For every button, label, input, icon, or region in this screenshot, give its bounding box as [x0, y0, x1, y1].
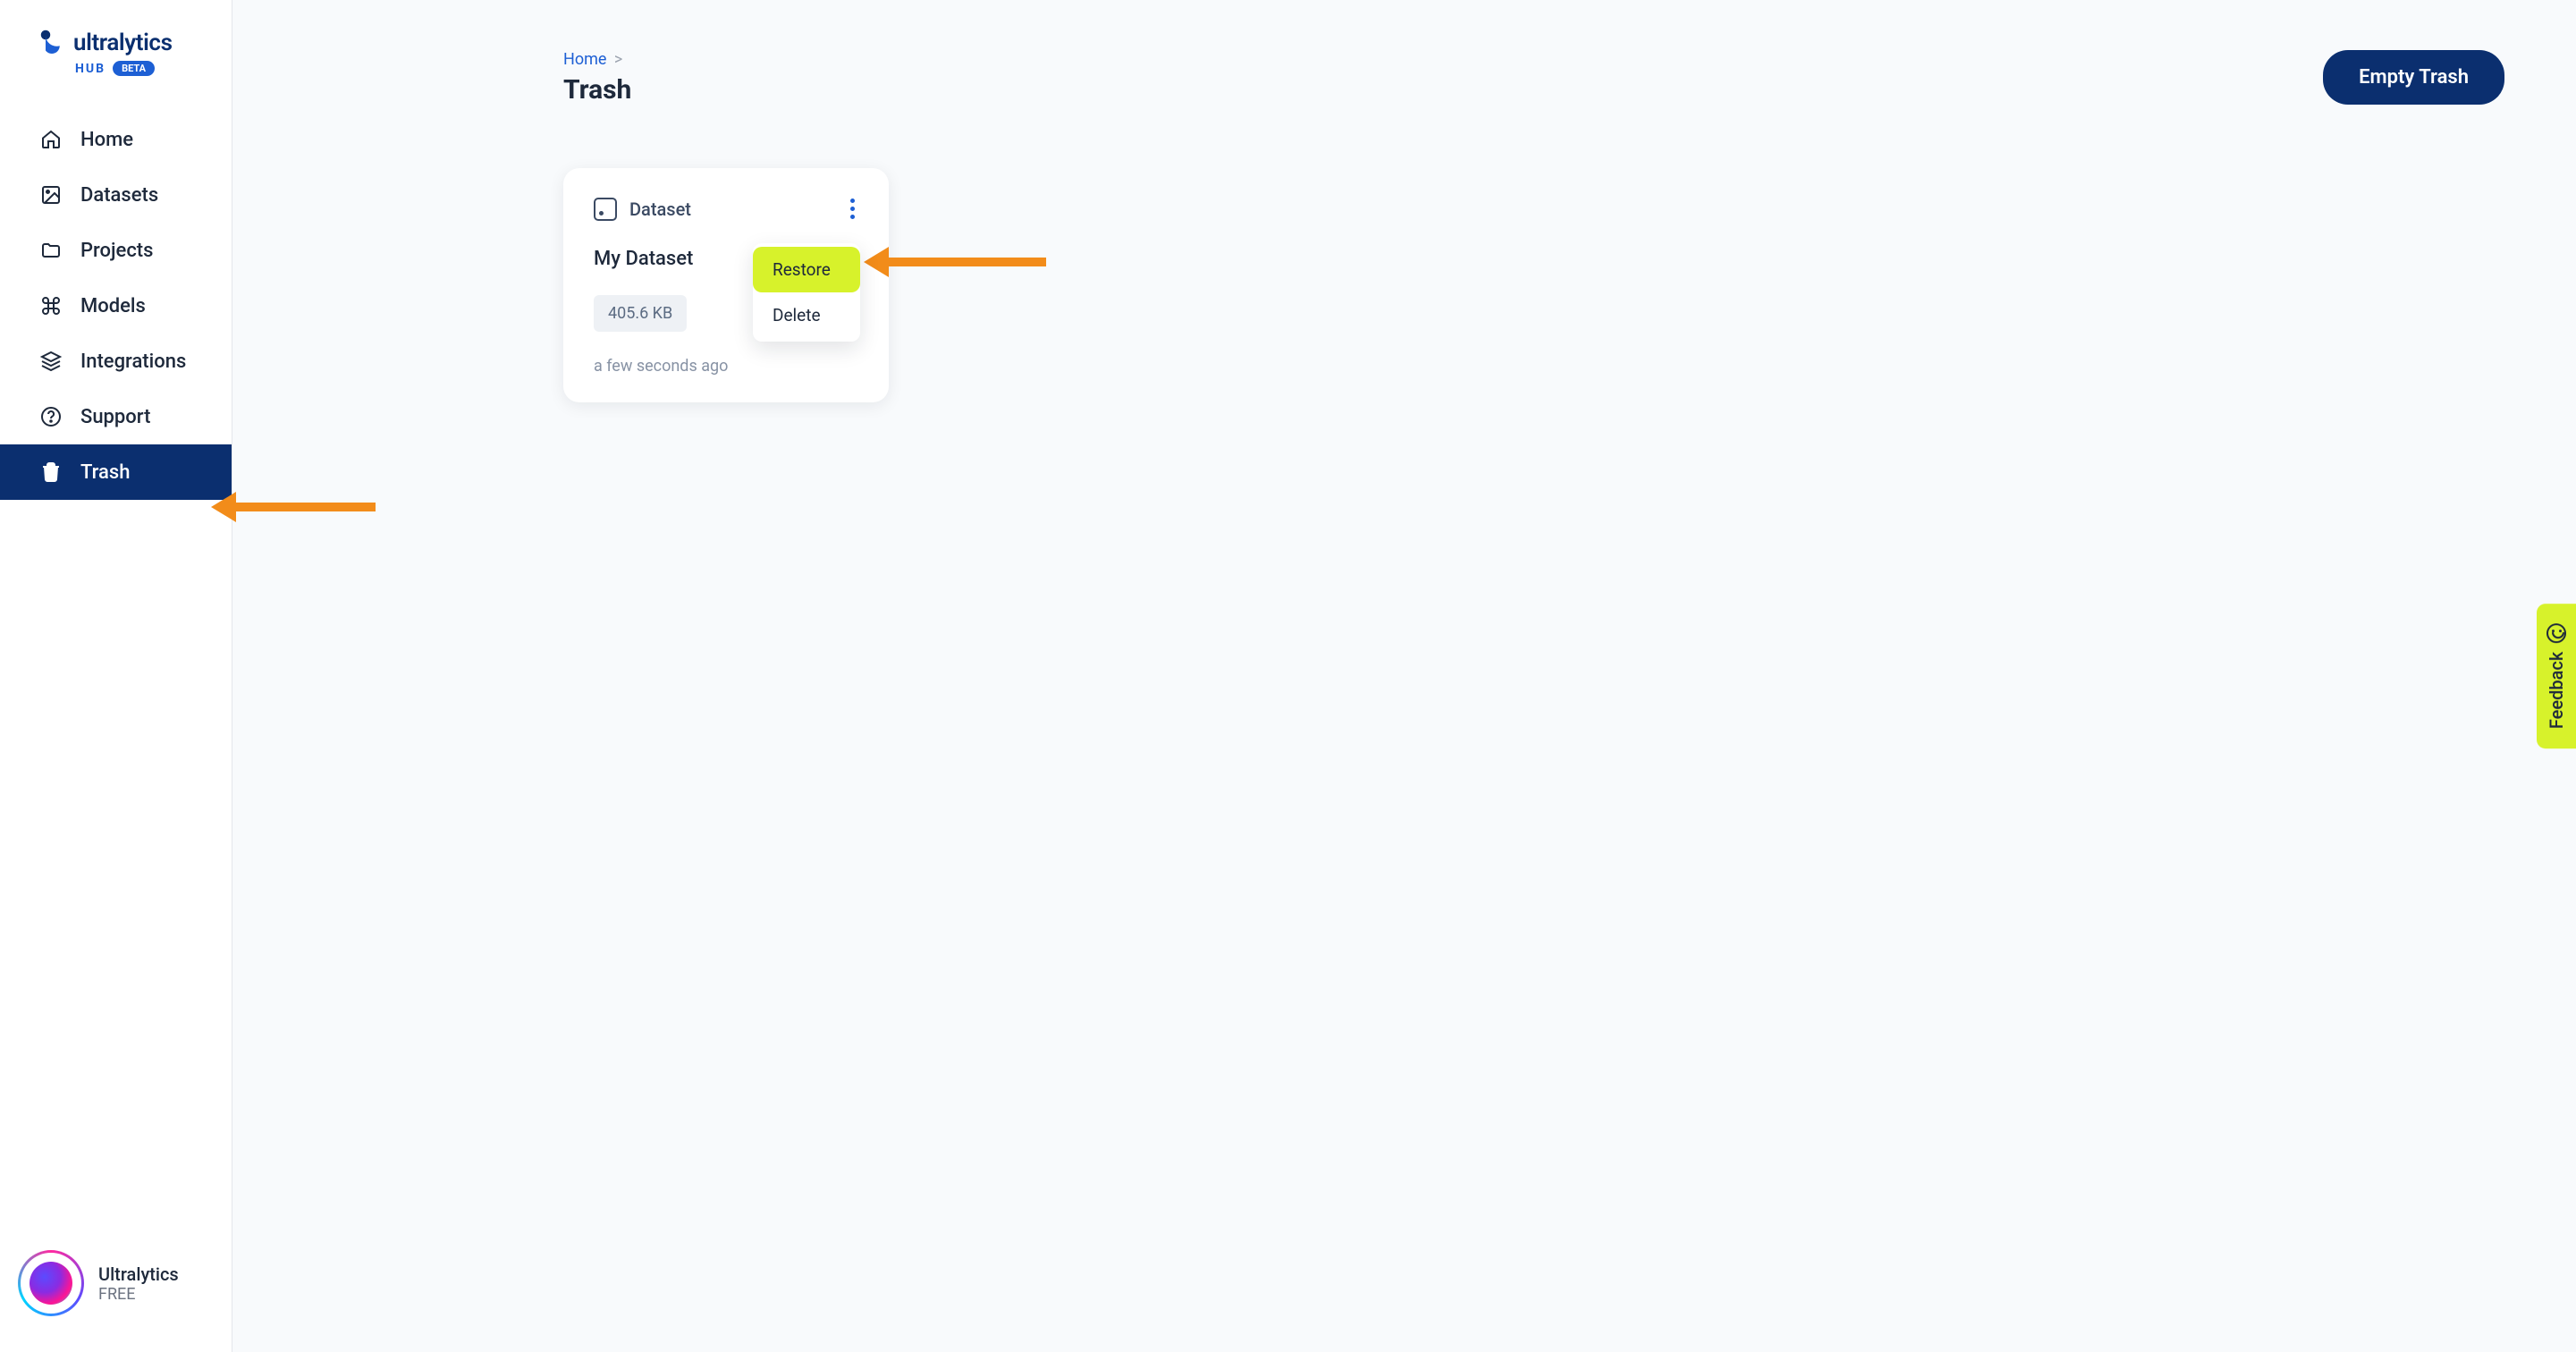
logo-hub-label: HUB — [75, 62, 106, 76]
main-content: Home > Trash Empty Trash Dataset My Data… — [232, 0, 2576, 1352]
card-size: 405.6 KB — [594, 295, 687, 332]
sidebar-item-integrations[interactable]: Integrations — [0, 334, 232, 389]
sidebar-nav: Home Datasets Projects Models Integratio… — [0, 112, 232, 500]
help-icon — [39, 405, 63, 428]
logo-beta-badge: BETA — [113, 61, 155, 76]
page-title: Trash — [563, 74, 631, 106]
user-area[interactable]: Ultralytics FREE — [0, 1223, 232, 1352]
cards-area: Dataset My Dataset 405.6 KB a few second… — [563, 168, 2504, 402]
annotation-arrow — [885, 258, 1046, 266]
sidebar-item-datasets[interactable]: Datasets — [0, 167, 232, 223]
logo-mark-icon — [39, 29, 64, 57]
sidebar-item-projects[interactable]: Projects — [0, 223, 232, 278]
breadcrumb-home-link[interactable]: Home — [563, 50, 606, 69]
sidebar: ultralytics HUB BETA Home Datasets Proj — [0, 0, 232, 1352]
folder-icon — [39, 239, 63, 262]
card-type-label: Dataset — [629, 199, 691, 220]
sidebar-item-home[interactable]: Home — [0, 112, 232, 167]
avatar — [18, 1250, 84, 1316]
user-name: Ultralytics — [98, 1263, 179, 1285]
image-icon — [39, 183, 63, 207]
menu-item-delete[interactable]: Delete — [753, 292, 860, 338]
sidebar-item-label: Models — [80, 295, 146, 317]
home-icon — [39, 128, 63, 151]
annotation-arrow — [232, 503, 376, 511]
empty-trash-button[interactable]: Empty Trash — [2323, 50, 2504, 105]
sidebar-item-trash[interactable]: Trash — [0, 444, 232, 500]
logo[interactable]: ultralytics HUB BETA — [0, 0, 232, 112]
dataset-icon — [594, 198, 617, 221]
card-time: a few seconds ago — [594, 357, 858, 376]
breadcrumb: Home > — [563, 50, 631, 69]
card-more-button[interactable] — [847, 195, 858, 223]
breadcrumb-separator: > — [614, 50, 622, 69]
sidebar-item-models[interactable]: Models — [0, 278, 232, 334]
smiley-icon — [2546, 623, 2566, 643]
user-plan: FREE — [98, 1285, 179, 1304]
command-icon — [39, 294, 63, 317]
sidebar-item-label: Support — [80, 406, 150, 428]
sidebar-item-label: Trash — [80, 461, 130, 484]
card-dropdown-menu: Restore Delete — [753, 243, 860, 342]
trash-icon — [39, 461, 63, 484]
layers-icon — [39, 350, 63, 373]
sidebar-item-label: Datasets — [80, 184, 158, 207]
sidebar-item-label: Projects — [80, 240, 153, 262]
logo-text: ultralytics — [73, 30, 173, 56]
trash-card: Dataset My Dataset 405.6 KB a few second… — [563, 168, 889, 402]
sidebar-item-support[interactable]: Support — [0, 389, 232, 444]
card-type: Dataset — [594, 198, 691, 221]
sidebar-item-label: Integrations — [80, 351, 186, 373]
sidebar-item-label: Home — [80, 129, 133, 151]
menu-item-restore[interactable]: Restore — [753, 247, 860, 292]
feedback-label: Feedback — [2546, 652, 2567, 729]
feedback-tab[interactable]: Feedback — [2537, 604, 2576, 748]
